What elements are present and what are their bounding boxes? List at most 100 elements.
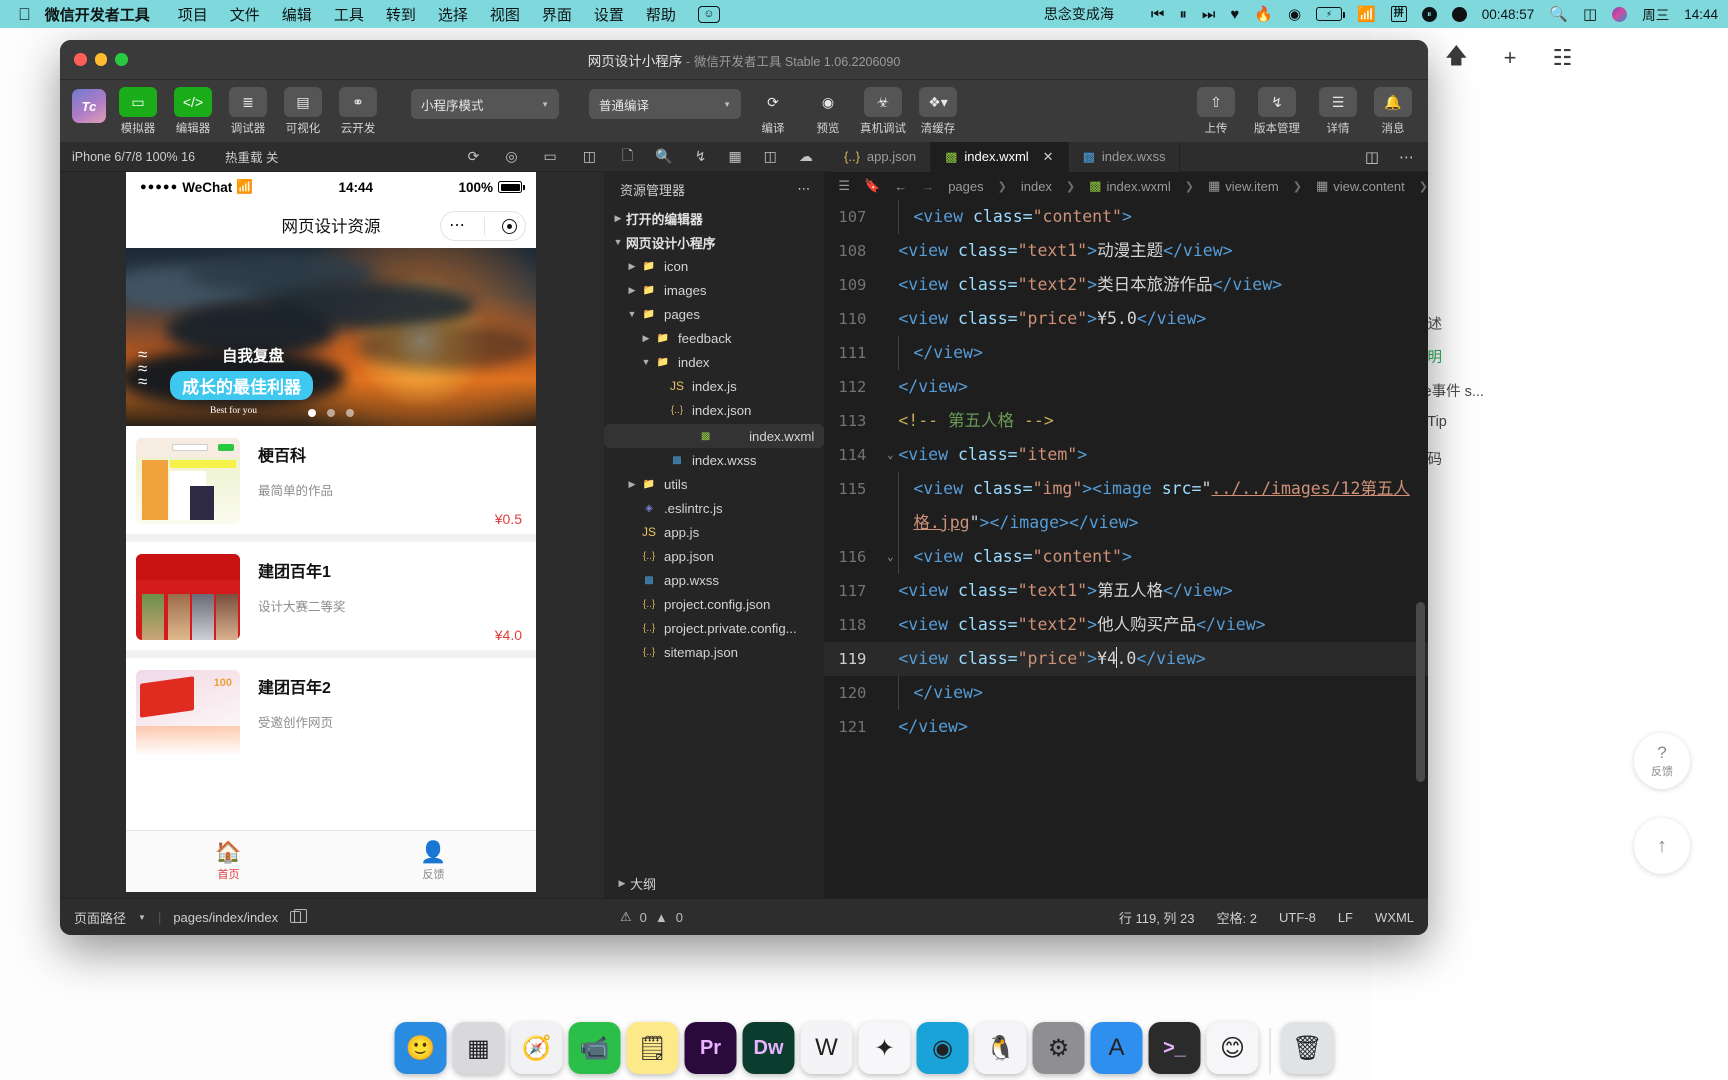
explorer-outline-section[interactable]: ▶ 大纲 <box>604 868 824 898</box>
carousel-dot[interactable] <box>308 409 316 417</box>
explorer-item-index-js[interactable]: JS index.js <box>604 374 824 398</box>
toolbar-editor-button[interactable]: </> 编辑器 <box>170 87 216 136</box>
siri-icon[interactable] <box>1612 6 1628 22</box>
toolbar-messages-button[interactable]: 🔔 消息 <box>1370 87 1416 136</box>
smiley-icon[interactable]: ☺ <box>697 5 720 23</box>
page-path-label[interactable]: 页面路径 <box>74 908 126 927</box>
explorer-item-app-json[interactable]: {..} app.json <box>604 544 824 568</box>
files-icon[interactable]: 🗋 <box>622 145 633 169</box>
code-line[interactable]: 114 ⌄ <view class="item"> <box>824 438 1428 472</box>
kugou-icon[interactable]: ◉ <box>916 1022 969 1074</box>
breadcrumb-pages[interactable]: pages <box>948 179 983 194</box>
menu-item-file[interactable]: 文件 <box>230 4 260 25</box>
explorer-item-images[interactable]: ▶ 📁 images <box>604 278 824 302</box>
emoji-app-icon[interactable]: 😊 <box>1206 1022 1259 1074</box>
input-method-indicator[interactable]: 拼 <box>1390 6 1407 22</box>
carousel-dot[interactable] <box>327 409 335 417</box>
share-icon[interactable]: 🡅 <box>1445 39 1468 77</box>
code-line[interactable]: 112 </view> <box>824 370 1428 404</box>
explorer-item-sitemap-json[interactable]: {..} sitemap.json <box>604 640 824 664</box>
toolbar-compile-button[interactable]: ⟳ 编译 <box>750 87 796 136</box>
target-circle-icon[interactable] <box>501 218 517 234</box>
split-icon[interactable]: ◫ <box>583 148 596 165</box>
fold-chevron-icon[interactable]: ⌄ <box>882 540 898 574</box>
toolbar-simulator-button[interactable]: ▭ 模拟器 <box>115 87 161 136</box>
toolbar-preview-button[interactable]: ◉ 预览 <box>805 87 851 136</box>
scroll-to-top-button[interactable]: ↑ <box>1634 818 1690 874</box>
code-line[interactable]: 107 <view class="content"> <box>824 200 1428 234</box>
fold-chevron-icon[interactable]: ⌄ <box>882 438 898 472</box>
terminal-icon[interactable]: >_ <box>1148 1022 1201 1074</box>
arrow-left-icon[interactable]: ← <box>894 179 907 194</box>
extensions-icon[interactable]: ▦ <box>728 148 741 165</box>
list-item[interactable]: 梗百科 最简单的作品 ¥0.5 <box>126 426 536 534</box>
trash-icon[interactable]: 🗑 <box>1281 1022 1334 1074</box>
pause-badge-icon[interactable]: ⏸ <box>1421 6 1437 22</box>
colorful-app-icon[interactable]: ✦ <box>858 1022 911 1074</box>
code-line[interactable]: 121 </view> <box>824 710 1428 744</box>
tab-index-wxml[interactable]: ▩ index.wxml ✕ <box>931 141 1069 172</box>
device-select[interactable]: iPhone 6/7/8 100% 16 <box>72 150 195 164</box>
explorer-item-index-json[interactable]: {..} index.json <box>604 398 824 422</box>
indent-setting[interactable]: 空格: 2 <box>1217 908 1257 927</box>
explorer-item-app-js[interactable]: JS app.js <box>604 520 824 544</box>
facetime-icon[interactable]: 📹 <box>568 1022 621 1074</box>
carousel-dots[interactable] <box>126 409 536 417</box>
menu-item-goto[interactable]: 转到 <box>386 4 416 25</box>
code-line[interactable]: 115 <view class="img"><image src="../../i… <box>824 472 1428 540</box>
code-line[interactable]: 118 <view class="text2">他人购买产品</view> <box>824 608 1428 642</box>
explorer-item-index-wxml[interactable]: ▩ index.wxml <box>603 424 825 448</box>
explorer-item-icon[interactable]: ▶ 📁 icon <box>604 254 824 278</box>
explorer-item-project-private-config---[interactable]: {..} project.private.config... <box>604 616 824 640</box>
banner-carousel[interactable]: ≈ ≈ ≈ 自我复盘 成长的最佳利器 Best for you <box>126 248 536 426</box>
copy-icon[interactable] <box>290 908 307 923</box>
mode-select[interactable]: 小程序模式 ▼ <box>411 89 559 119</box>
menu-item-tools[interactable]: 工具 <box>334 4 364 25</box>
explorer-section-project[interactable]: ▼ 网页设计小程序 <box>604 230 824 254</box>
search-icon[interactable]: 🔍 <box>655 148 672 165</box>
new-tab-icon[interactable]: + <box>1504 45 1517 71</box>
tab-index-wxss[interactable]: ▩ index.wxss <box>1068 141 1181 172</box>
explorer-item--eslintrc-js[interactable]: ◈ .eslintrc.js <box>604 496 824 520</box>
control-center-icon[interactable]: ◫ <box>1583 7 1597 22</box>
toolbar-details-button[interactable]: ☰ 详情 <box>1315 87 1361 136</box>
list-icon[interactable]: ☰ <box>838 178 850 194</box>
code-line[interactable]: 119 <view class="price">¥4.0</view> <box>824 642 1428 676</box>
code-line[interactable]: 113 <!-- 第五人格 --> <box>824 404 1428 438</box>
refresh-icon[interactable]: ⟳ <box>468 148 480 165</box>
code-line[interactable]: 110 <view class="price">¥5.0</view> <box>824 302 1428 336</box>
bookmark-icon[interactable]: 🔖 <box>864 178 880 194</box>
source-control-icon[interactable]: ↯ <box>695 148 707 165</box>
explorer-item-index-wxss[interactable]: ▩ index.wxss <box>604 448 824 472</box>
pause-icon[interactable]: ⏸ <box>1179 7 1187 22</box>
code-line[interactable]: 116 ⌄ <view class="content"> <box>824 540 1428 574</box>
finder-icon[interactable]: 🙂 <box>394 1022 447 1074</box>
breadcrumb-symbol-content[interactable]: ▦ view.content <box>1316 178 1405 194</box>
snippets-icon[interactable]: ◫ <box>764 148 777 165</box>
menu-item-select[interactable]: 选择 <box>438 4 468 25</box>
dreamweaver-icon[interactable]: Dw <box>742 1022 795 1074</box>
next-track-icon[interactable]: ⏭ <box>1202 7 1216 22</box>
explorer-item-pages[interactable]: ▼ 📁 pages <box>604 302 824 326</box>
editor-scrollbar[interactable] <box>1416 602 1425 782</box>
premiere-icon[interactable]: Pr <box>684 1022 737 1074</box>
apple-icon[interactable]:  <box>18 6 31 23</box>
prev-track-icon[interactable]: ⏮ <box>1151 7 1165 22</box>
menu-item-edit[interactable]: 编辑 <box>282 4 312 25</box>
toolbar-debugger-button[interactable]: ≣ 调试器 <box>225 87 271 136</box>
toolbar-version-button[interactable]: ↯ 版本管理 <box>1248 87 1306 136</box>
record-badge-icon[interactable] <box>1451 6 1467 22</box>
explorer-item-index[interactable]: ▼ 📁 index <box>604 350 824 374</box>
explorer-item-app-wxss[interactable]: ▩ app.wxss <box>604 568 824 592</box>
code-line[interactable]: 109 <view class="text2">类日本旅游作品</view> <box>824 268 1428 302</box>
hot-reload-select[interactable]: 热重载 关 <box>225 147 278 166</box>
tab-overview-icon[interactable]: ☷ <box>1552 45 1572 71</box>
safari-icon[interactable]: 🧭 <box>510 1022 563 1074</box>
feedback-button[interactable]: ? 反馈 <box>1634 733 1690 789</box>
battery-charging-icon[interactable]: ⚡ <box>1316 7 1346 21</box>
menu-item-view[interactable]: 视图 <box>490 4 520 25</box>
settings-icon[interactable]: ⚙ <box>1032 1022 1085 1074</box>
split-editor-icon[interactable]: ◫ <box>1365 148 1379 166</box>
explorer-section-open-editors[interactable]: ▶ 打开的编辑器 <box>604 206 824 230</box>
menu-item-project[interactable]: 项目 <box>178 4 208 25</box>
